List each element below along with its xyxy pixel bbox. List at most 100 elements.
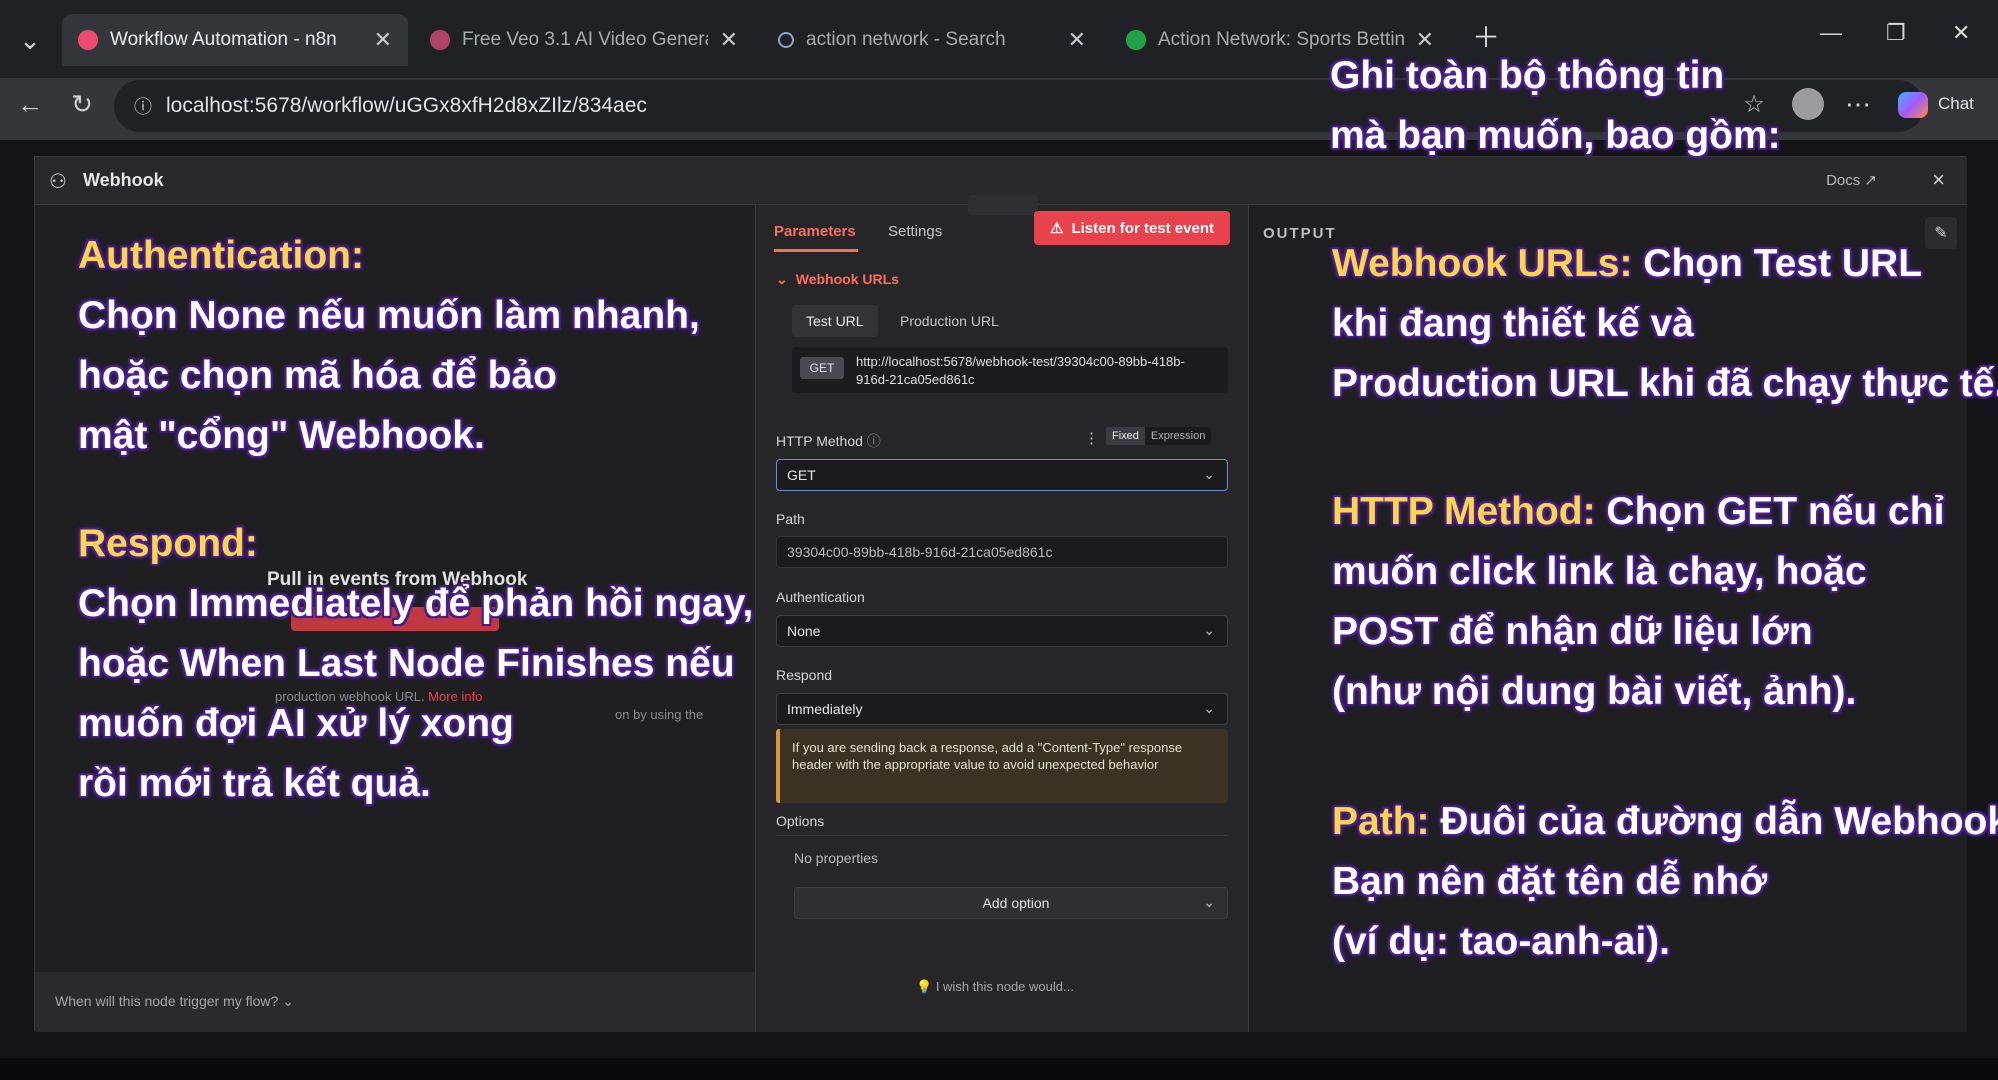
path-label: Path: [776, 511, 805, 527]
help-icon[interactable]: ⓘ: [867, 433, 881, 449]
close-tab-icon[interactable]: ✕: [1068, 27, 1086, 53]
chevron-down-icon: ⌄: [1203, 622, 1215, 638]
back-arrow-icon[interactable]: ←: [8, 82, 52, 126]
annotation-line: khi đang thiết kế và: [1332, 302, 1694, 345]
tab-n8n[interactable]: Workflow Automation - n8n ✕: [62, 14, 408, 66]
options-divider: [776, 835, 1228, 836]
annotation-line: Ghi toàn bộ thông tin: [1330, 54, 1725, 97]
annotation-line: mà bạn muốn, bao gồm:: [1330, 114, 1781, 157]
close-modal-icon[interactable]: ×: [1932, 167, 1945, 193]
docs-link[interactable]: Docs ↗: [1826, 171, 1877, 189]
tab-parameters[interactable]: Parameters: [774, 223, 856, 240]
webhook-urls-label: Webhook URLs: [795, 271, 899, 287]
tab-title: Workflow Automation - n8n: [110, 29, 337, 50]
window-close-icon[interactable]: ✕: [1952, 20, 1970, 46]
annotation-path: Path: Đuôi của đường dẫn Webhook. Bạn nê…: [1332, 792, 1998, 972]
annotation-line: POST để nhận dữ liệu lớn: [1332, 610, 1813, 653]
add-option-select[interactable]: Add option ⌄: [794, 887, 1228, 919]
webhook-node-icon: ⚇: [49, 171, 67, 193]
annotation-key: Webhook URLs:: [1332, 242, 1633, 285]
listen-for-test-event-button[interactable]: ⚠ Listen for test event: [1034, 211, 1230, 245]
http-method-label-text: HTTP Method: [776, 433, 863, 449]
chevron-down-icon: ⌄: [1203, 466, 1215, 482]
listen-button-label: Listen for test event: [1071, 219, 1214, 237]
fixed-expression-toggle[interactable]: Fixed Expression: [1106, 427, 1212, 445]
restore-icon[interactable]: ❐: [1886, 20, 1906, 46]
screen: ⌄ Workflow Automation - n8n ✕ Free Veo 3…: [0, 0, 1998, 1080]
annotation-line: mật "cổng" Webhook.: [78, 414, 485, 457]
fixed-option[interactable]: Fixed: [1106, 427, 1145, 445]
authentication-select[interactable]: None ⌄: [776, 615, 1228, 647]
trigger-help-toggle[interactable]: When will this node trigger my flow? ⌄: [55, 993, 294, 1010]
annotation-line: Chọn Immediately để phản hồi ngay,: [78, 582, 754, 625]
annotation-line: muốn click link là chạy, hoặc: [1332, 550, 1867, 593]
annotation-respond: Respond: Chọn Immediately để phản hồi ng…: [78, 514, 753, 814]
parameters-panel: Parameters Settings ⚠ Listen for test eve…: [755, 195, 1249, 1032]
annotation-authentication: Authentication: Chọn None nếu muốn làm n…: [78, 226, 700, 466]
add-option-label: Add option: [982, 895, 1050, 911]
tab-title: action network - Search: [806, 29, 1006, 50]
annotation-http-method: HTTP Method: Chọn GET nếu chỉ muốn click…: [1332, 482, 1944, 722]
webhook-urls-toggle[interactable]: ⌄ Webhook URLs: [776, 271, 899, 288]
close-tab-icon[interactable]: ✕: [720, 27, 738, 53]
path-input[interactable]: 39304c00-89bb-418b-916d-21ca05ed861c: [776, 536, 1228, 568]
annotation-webhook-urls: Webhook URLs: Chọn Test URL khi đang thi…: [1332, 234, 1998, 414]
close-tab-icon[interactable]: ✕: [374, 27, 392, 53]
more-menu-icon[interactable]: ⋯: [1836, 82, 1880, 126]
http-method-label: HTTP Method ⓘ: [776, 431, 881, 451]
trigger-help-bar: When will this node trigger my flow? ⌄: [35, 972, 755, 1032]
no-properties-text: No properties: [794, 850, 879, 866]
profile-avatar[interactable]: [1786, 82, 1830, 126]
modal-title: Webhook: [83, 170, 164, 190]
feedback-link[interactable]: 💡 I wish this node would...: [916, 979, 1074, 995]
copilot-icon[interactable]: [1898, 92, 1928, 118]
annotation-key: Path:: [1332, 800, 1430, 843]
tab-search-chevron-icon[interactable]: ⌄: [8, 18, 52, 62]
authentication-value: None: [787, 623, 821, 639]
respond-value: Immediately: [787, 701, 863, 717]
method-pill: GET: [800, 357, 844, 379]
minimize-icon[interactable]: —: [1820, 20, 1842, 46]
webhook-url-text: http://localhost:5678/webhook-test/39304…: [856, 354, 1185, 387]
annotation-line: (ví dụ: tao-anh-ai).: [1332, 920, 1670, 963]
n8n-favicon-icon: [78, 30, 98, 50]
authentication-label: Authentication: [776, 589, 865, 605]
taskbar-edge: [0, 1058, 1998, 1080]
active-tab-indicator: [774, 249, 858, 252]
webhook-url-box[interactable]: GET http://localhost:5678/webhook-test/3…: [792, 347, 1228, 393]
respond-select[interactable]: Immediately ⌄: [776, 693, 1228, 725]
chevron-down-icon: ⌄: [776, 271, 788, 287]
action-network-favicon-icon: [1126, 30, 1146, 50]
search-favicon-icon: [778, 32, 794, 48]
http-method-select[interactable]: GET ⌄: [776, 459, 1228, 491]
reload-icon[interactable]: ↻: [60, 82, 104, 126]
chat-button[interactable]: Chat: [1938, 94, 1974, 114]
output-label: OUTPUT: [1263, 225, 1337, 242]
tab-title: Free Veo 3.1 AI Video Generator –: [462, 29, 708, 50]
field-options-icon[interactable]: ⋮: [1084, 429, 1099, 447]
respond-label: Respond: [776, 667, 833, 683]
flask-icon: ⚠: [1050, 220, 1064, 237]
annotation-line: hoặc chọn mã hóa để bảo: [78, 354, 557, 397]
tab-veo[interactable]: Free Veo 3.1 AI Video Generator – ✕: [414, 14, 754, 66]
url-text: localhost:5678/workflow/uGGx8xfH2d8xZIlz…: [166, 94, 647, 117]
expression-option[interactable]: Expression: [1145, 427, 1211, 445]
annotation-line: muốn đợi AI xử lý xong: [78, 702, 514, 745]
docs-label: Docs: [1826, 172, 1861, 189]
annotation-line: Chọn GET nếu chỉ: [1595, 490, 1945, 533]
annotation-intro: Ghi toàn bộ thông tin mà bạn muốn, bao g…: [1330, 46, 1781, 166]
lightbulb-icon: 💡: [916, 979, 933, 994]
tab-search[interactable]: action network - Search ✕: [762, 14, 1102, 66]
feedback-text: I wish this node would...: [935, 979, 1074, 994]
tab-settings[interactable]: Settings: [888, 223, 942, 240]
chevron-down-icon: ⌄: [1203, 894, 1215, 910]
production-url-tab[interactable]: Production URL: [886, 305, 1013, 337]
external-link-icon: ↗: [1864, 172, 1877, 189]
panel-drag-handle[interactable]: [968, 195, 1038, 215]
trigger-help-text: When will this node trigger my flow?: [55, 993, 279, 1009]
test-url-tab[interactable]: Test URL: [792, 305, 878, 337]
chevron-down-icon: ⌄: [282, 993, 294, 1009]
annotation-line: hoặc When Last Node Finishes nếu: [78, 642, 735, 685]
annotation-line: Chọn Test URL: [1632, 242, 1923, 285]
site-info-icon[interactable]: ⓘ: [134, 93, 152, 119]
